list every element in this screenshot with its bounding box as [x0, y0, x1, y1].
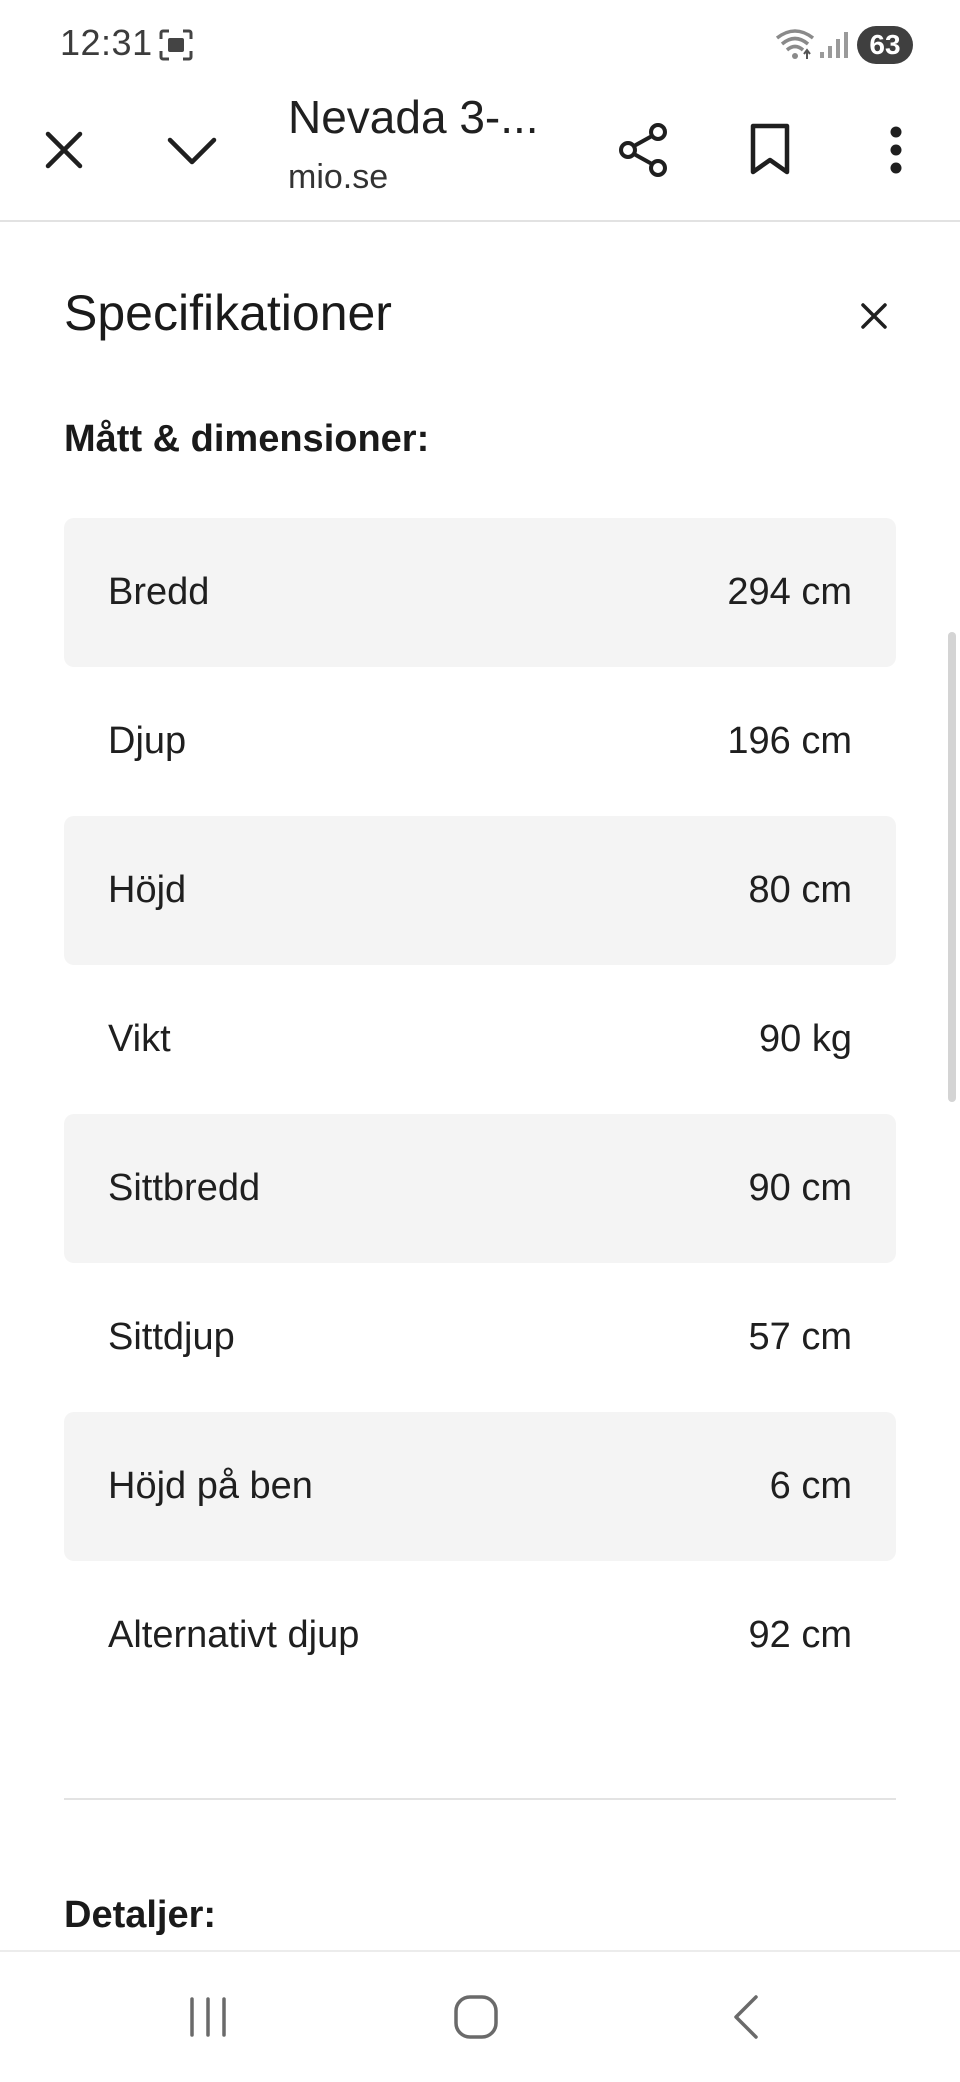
spec-value: 80 cm: [748, 869, 852, 911]
spec-row-djup: Djup 196 cm: [64, 667, 896, 816]
spec-label: Höjd på ben: [108, 1465, 313, 1507]
spec-value: 92 cm: [748, 1614, 852, 1656]
browser-toolbar: Nevada 3-... mio.se: [0, 90, 960, 222]
back-icon[interactable]: [696, 1972, 796, 2062]
spec-label: Sittbredd: [108, 1167, 261, 1209]
spec-value: 90 kg: [759, 1018, 852, 1060]
spec-value: 294 cm: [727, 571, 852, 613]
spec-label: Vikt: [108, 1018, 171, 1060]
status-time: 12:31: [60, 22, 153, 63]
page-title: Nevada 3-...: [288, 91, 539, 143]
bookmark-icon[interactable]: [734, 114, 806, 186]
panel-close-icon[interactable]: [850, 292, 898, 340]
dimensions-heading: Mått & dimensioner:: [64, 418, 430, 460]
spec-label: Alternativt djup: [108, 1614, 360, 1656]
panel-title: Specifikationer: [64, 285, 392, 341]
chevron-down-icon[interactable]: [160, 118, 224, 182]
recents-icon[interactable]: [158, 1972, 258, 2062]
spec-row-bredd: Bredd 294 cm: [64, 518, 896, 667]
spec-value: 57 cm: [748, 1316, 852, 1358]
spec-label: Sittdjup: [108, 1316, 235, 1358]
signal-icon: [818, 28, 850, 60]
system-nav-bar: [0, 1950, 960, 2082]
spec-row-sittdjup: Sittdjup 57 cm: [64, 1263, 896, 1412]
spec-row-vikt: Vikt 90 kg: [64, 965, 896, 1114]
close-icon[interactable]: [32, 118, 96, 182]
status-bar: 12:31 63: [0, 0, 960, 90]
screenshot-icon: [158, 28, 194, 62]
spec-value: 6 cm: [769, 1465, 852, 1507]
spec-value: 90 cm: [748, 1167, 852, 1209]
wifi-icon: [774, 26, 816, 62]
home-icon[interactable]: [426, 1972, 526, 2062]
spec-label: Bredd: [108, 571, 210, 613]
spec-row-hojd-pa-ben: Höjd på ben 6 cm: [64, 1412, 896, 1561]
spec-list: Bredd 294 cm Djup 196 cm Höjd 80 cm Vikt…: [64, 518, 896, 1710]
section-divider: [64, 1798, 896, 1800]
details-heading: Detaljer:: [64, 1894, 217, 1936]
spec-row-alternativt-djup: Alternativt djup 92 cm: [64, 1561, 896, 1710]
specifications-panel: Specifikationer Mått & dimensioner: Bred…: [0, 222, 960, 1950]
spec-label: Djup: [108, 720, 187, 762]
share-icon[interactable]: [608, 114, 680, 186]
spec-label: Höjd: [108, 869, 187, 911]
spec-value: 196 cm: [727, 720, 852, 762]
spec-row-hojd: Höjd 80 cm: [64, 816, 896, 965]
more-vert-icon[interactable]: [860, 114, 932, 186]
scrollbar[interactable]: [948, 632, 956, 1102]
page-url: mio.se: [288, 158, 389, 196]
spec-row-sittbredd: Sittbredd 90 cm: [64, 1114, 896, 1263]
battery-level: 63: [857, 26, 913, 64]
